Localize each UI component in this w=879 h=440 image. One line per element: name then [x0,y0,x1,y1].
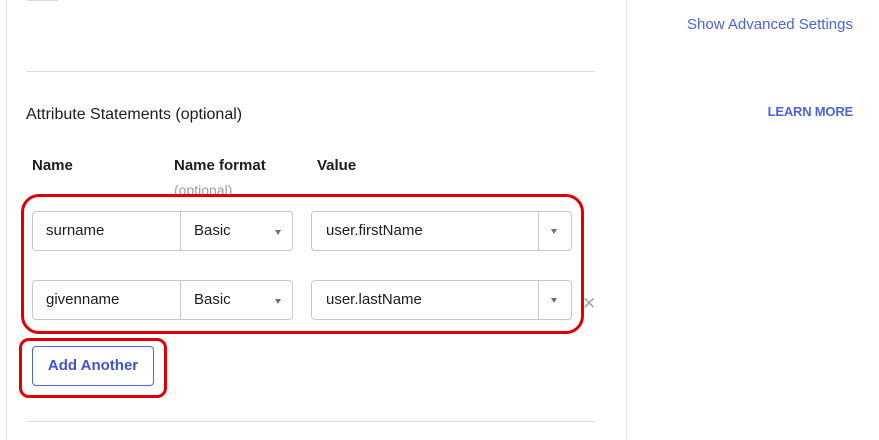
attribute-value-select[interactable]: user.lastName [311,280,572,320]
attribute-value-select[interactable]: user.firstName [311,211,572,251]
show-advanced-settings-link[interactable]: Show Advanced Settings [687,16,853,33]
section-divider [26,421,595,422]
name-format-select[interactable]: Basic [181,211,293,251]
add-another-button[interactable]: Add Another [32,346,154,386]
column-header-name: Name [32,157,73,174]
attribute-statements-title: Attribute Statements (optional) [26,106,243,123]
name-format-select[interactable]: Basic [181,280,293,320]
close-icon[interactable]: ✕ [582,295,596,312]
learn-more-link[interactable]: LEARN MORE [768,104,854,119]
chevron-down-icon [551,229,557,234]
attribute-name-input[interactable]: givenname [32,280,181,320]
attribute-value-text: user.firstName [326,222,423,239]
name-format-value: Basic [194,291,231,308]
attribute-value-text: user.lastName [326,291,422,308]
attribute-name-input[interactable]: surname [32,211,181,251]
chevron-down-icon [551,298,557,303]
column-header-name-format-hint: (optional) [174,182,233,196]
name-format-value: Basic [194,222,231,239]
column-header-name-format: Name format [174,157,266,174]
chevron-down-icon [275,230,281,235]
section-divider [26,71,595,72]
panel-corner-tab [25,0,61,1]
value-dropdown-toggle[interactable] [538,281,571,319]
column-header-value: Value [317,157,357,174]
value-dropdown-toggle[interactable] [538,212,571,250]
chevron-down-icon [275,299,281,304]
